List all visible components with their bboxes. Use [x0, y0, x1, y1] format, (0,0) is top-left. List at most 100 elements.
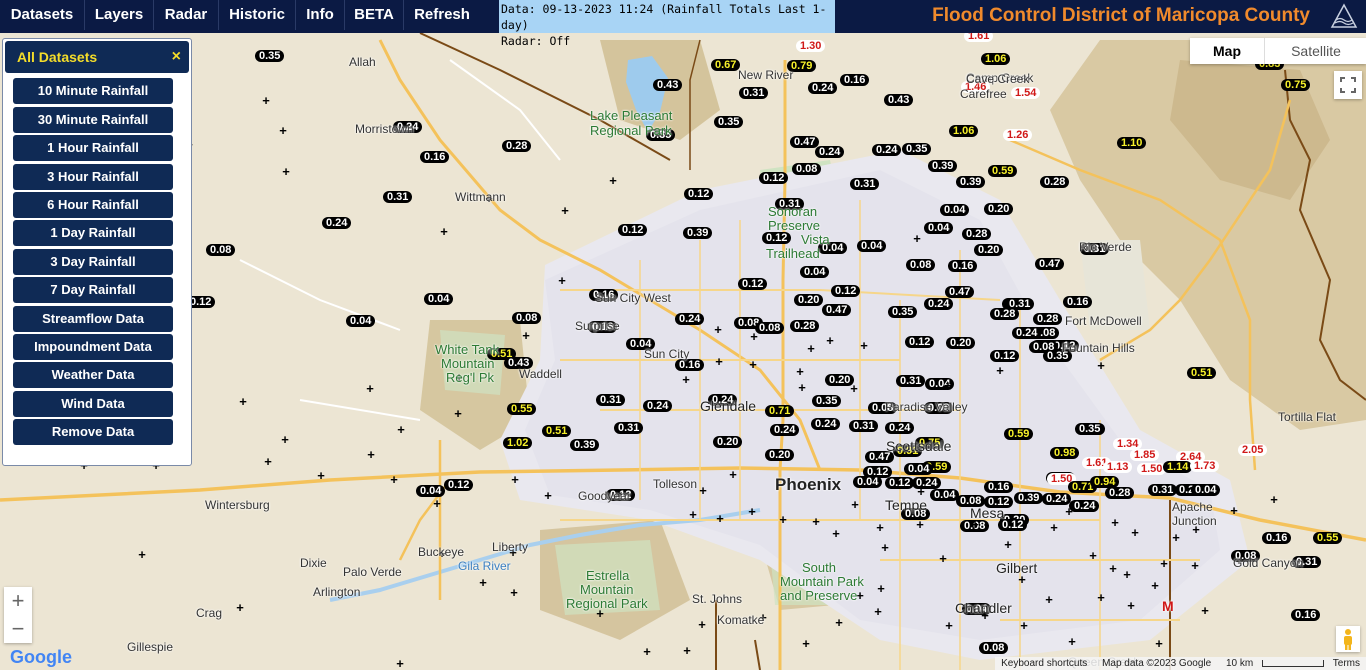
weather-station-marker[interactable]: +	[234, 601, 246, 614]
rainfall-gauge-label[interactable]: 0.35	[902, 143, 932, 155]
rainfall-gauge-label[interactable]: 0.24	[808, 82, 838, 94]
rainfall-gauge-label[interactable]: 0.12	[990, 350, 1020, 362]
nav-radar[interactable]: Radar	[154, 0, 218, 30]
rainfall-gauge-label[interactable]: 0.28	[990, 308, 1020, 320]
rainfall-gauge-label[interactable]: 0.35	[812, 395, 842, 407]
weather-station-marker[interactable]: +	[508, 586, 520, 599]
weather-station-marker[interactable]: +	[542, 489, 554, 502]
btn-3-day-rainfall[interactable]: 3 Day Rainfall	[13, 249, 173, 275]
rainfall-gauge-label[interactable]: 0.35	[1075, 423, 1105, 435]
rainfall-gauge-label[interactable]: 0.47	[1035, 258, 1065, 270]
rainfall-gauge-label[interactable]: 0.24	[322, 217, 352, 229]
rainfall-gauge-label[interactable]: 0.04	[904, 463, 934, 475]
rainfall-gauge-label[interactable]: 0.12	[905, 336, 935, 348]
weather-station-marker[interactable]: +	[1066, 635, 1078, 648]
weather-station-marker[interactable]: +	[1129, 526, 1141, 539]
weather-station-marker[interactable]: +	[875, 582, 887, 595]
rainfall-gauge-label[interactable]: 1.14	[1163, 461, 1193, 473]
nav-datasets[interactable]: Datasets	[0, 0, 84, 30]
rainfall-gauge-label[interactable]: 0.12	[885, 477, 915, 489]
weather-station-marker[interactable]: +	[697, 484, 709, 497]
weather-station-marker[interactable]: +	[395, 423, 407, 436]
weather-station-marker[interactable]: +	[777, 513, 789, 526]
rainfall-gauge-label[interactable]: 0.08	[906, 259, 936, 271]
rainfall-gauge-label[interactable]: 0.12	[444, 479, 474, 491]
btn-30-minute-rainfall[interactable]: 30 Minute Rainfall	[13, 107, 173, 133]
weather-station-marker[interactable]: +	[1063, 505, 1075, 518]
rainfall-gauge-label[interactable]: 0.31	[850, 178, 880, 190]
rainfall-gauge-label[interactable]: 0.28	[1105, 487, 1135, 499]
weather-station-marker[interactable]: +	[477, 576, 489, 589]
rainfall-gauge-label[interactable]: 0.04	[800, 266, 830, 278]
btn-remove-data[interactable]: Remove Data	[13, 419, 173, 445]
rainfall-gauge-label[interactable]: 0.31	[739, 87, 769, 99]
weather-station-marker[interactable]: +	[911, 232, 923, 245]
weather-station-marker[interactable]: +	[687, 508, 699, 521]
rainfall-gauge-label[interactable]: 2.05	[1238, 444, 1268, 456]
weather-station-marker[interactable]: +	[365, 448, 377, 461]
weather-station-marker[interactable]: +	[805, 342, 817, 355]
rainfall-gauge-label[interactable]: 0.24	[675, 313, 705, 325]
weather-station-marker[interactable]: +	[452, 407, 464, 420]
weather-station-marker[interactable]: +	[696, 618, 708, 631]
weather-station-marker[interactable]: +	[748, 330, 760, 343]
weather-station-marker[interactable]: +	[1268, 493, 1280, 506]
rainfall-gauge-label[interactable]: 0.16	[984, 481, 1014, 493]
weather-station-marker[interactable]: +	[874, 521, 886, 534]
weather-station-marker[interactable]: +	[277, 124, 289, 137]
rainfall-gauge-label[interactable]: 0.28	[502, 140, 532, 152]
btn-10-minute-rainfall[interactable]: 10 Minute Rainfall	[13, 78, 173, 104]
weather-station-marker[interactable]: +	[559, 204, 571, 217]
nav-refresh[interactable]: Refresh	[404, 0, 480, 30]
rainfall-gauge-label[interactable]: 0.47	[945, 286, 975, 298]
rainfall-gauge-label[interactable]: 0.59	[1004, 428, 1034, 440]
rainfall-gauge-label[interactable]: 0.24	[815, 146, 845, 158]
rainfall-gauge-label[interactable]: 0.67	[711, 59, 741, 71]
rainfall-gauge-label[interactable]: 0.04	[1191, 484, 1221, 496]
weather-station-marker[interactable]: +	[1149, 579, 1161, 592]
nav-beta[interactable]: BETA	[345, 0, 403, 30]
rainfall-gauge-label[interactable]: 0.39	[570, 439, 600, 451]
btn-6-hour-rainfall[interactable]: 6 Hour Rainfall	[13, 192, 173, 218]
rainfall-gauge-label[interactable]: 1.85	[1130, 449, 1160, 461]
weather-station-marker[interactable]: +	[279, 433, 291, 446]
rainfall-gauge-label[interactable]: 0.12	[684, 188, 714, 200]
rainfall-gauge-label[interactable]: 0.31	[383, 191, 413, 203]
weather-station-marker[interactable]: +	[937, 552, 949, 565]
weather-station-marker[interactable]: +	[872, 605, 884, 618]
weather-station-marker[interactable]: +	[794, 365, 806, 378]
rainfall-gauge-label[interactable]: 0.24	[643, 400, 673, 412]
rainfall-gauge-label[interactable]: 1.61	[964, 33, 994, 42]
weather-station-marker[interactable]: +	[556, 274, 568, 287]
rainfall-gauge-label[interactable]: 0.28	[1040, 176, 1070, 188]
weather-station-marker[interactable]: +	[796, 381, 808, 394]
btn-1-hour-rainfall[interactable]: 1 Hour Rainfall	[13, 135, 173, 161]
weather-station-marker[interactable]: +	[262, 455, 274, 468]
weather-station-marker[interactable]: +	[833, 616, 845, 629]
weather-station-marker[interactable]: +	[713, 355, 725, 368]
weather-station-marker[interactable]: +	[280, 165, 292, 178]
rainfall-gauge-label[interactable]: 0.20	[794, 294, 824, 306]
weather-station-marker[interactable]: +	[509, 473, 521, 486]
weather-station-marker[interactable]: +	[1199, 604, 1211, 617]
rainfall-gauge-label[interactable]: 0.24	[924, 298, 954, 310]
btn-streamflow-data[interactable]: Streamflow Data	[13, 306, 173, 332]
rainfall-gauge-label[interactable]: 0.24	[872, 144, 902, 156]
weather-station-marker[interactable]: +	[260, 94, 272, 107]
rainfall-gauge-label[interactable]: 0.08	[512, 312, 542, 324]
rainfall-gauge-label[interactable]: 0.20	[765, 449, 795, 461]
weather-station-marker[interactable]: +	[943, 619, 955, 632]
keyboard-shortcuts-link[interactable]: Keyboard shortcuts	[995, 658, 1093, 669]
rainfall-gauge-label[interactable]: 0.24	[1012, 327, 1042, 339]
weather-station-marker[interactable]: +	[914, 518, 926, 531]
zoom-out-button[interactable]: −	[4, 615, 32, 643]
btn-impoundment-data[interactable]: Impoundment Data	[13, 334, 173, 360]
fullscreen-button[interactable]	[1334, 71, 1362, 99]
rainfall-gauge-label[interactable]: 0.39	[928, 160, 958, 172]
weather-station-marker[interactable]: +	[315, 469, 327, 482]
weather-station-marker[interactable]: +	[680, 373, 692, 386]
rainfall-gauge-label[interactable]: 0.04	[857, 240, 887, 252]
weather-station-marker[interactable]: +	[858, 339, 870, 352]
weather-station-marker[interactable]: +	[1018, 619, 1030, 632]
map-type-satellite-button[interactable]: Satellite	[1264, 38, 1366, 64]
